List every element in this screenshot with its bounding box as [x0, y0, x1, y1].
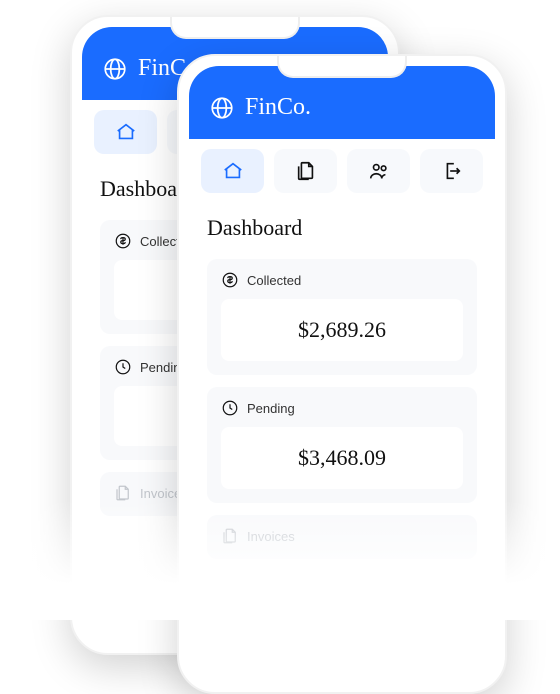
- clock-icon: [114, 358, 132, 376]
- phone-notch: [277, 56, 407, 78]
- globe-icon: [209, 95, 235, 121]
- invoice-icon: [221, 527, 239, 545]
- card-label: Collected: [247, 273, 301, 288]
- documents-icon: [295, 160, 317, 182]
- card-pending: Pending $3,468.09: [207, 387, 477, 503]
- users-icon: [368, 160, 390, 182]
- nav-users[interactable]: [347, 149, 410, 193]
- page-title: Dashboard: [207, 215, 477, 241]
- nav-home[interactable]: [201, 149, 264, 193]
- phone-front: FinCo. Dashboard: [177, 54, 507, 694]
- dollar-circle-icon: [221, 271, 239, 289]
- nav-bar: [189, 139, 495, 203]
- nav-home[interactable]: [94, 110, 157, 154]
- home-icon: [115, 121, 137, 143]
- card-invoices: Invoices: [207, 515, 477, 559]
- globe-icon: [102, 56, 128, 82]
- phone-notch: [170, 17, 300, 39]
- logout-icon: [441, 160, 463, 182]
- invoice-icon: [114, 484, 132, 502]
- card-label: Pending: [247, 401, 295, 416]
- nav-logout[interactable]: [420, 149, 483, 193]
- card-collected: Collected $2,689.26: [207, 259, 477, 375]
- brand-name: FinCo.: [245, 94, 311, 121]
- dollar-circle-icon: [114, 232, 132, 250]
- card-label: Invoices: [247, 529, 295, 544]
- card-value: $3,468.09: [221, 427, 463, 489]
- home-icon: [222, 160, 244, 182]
- nav-documents[interactable]: [274, 149, 337, 193]
- clock-icon: [221, 399, 239, 417]
- card-value: $2,689.26: [221, 299, 463, 361]
